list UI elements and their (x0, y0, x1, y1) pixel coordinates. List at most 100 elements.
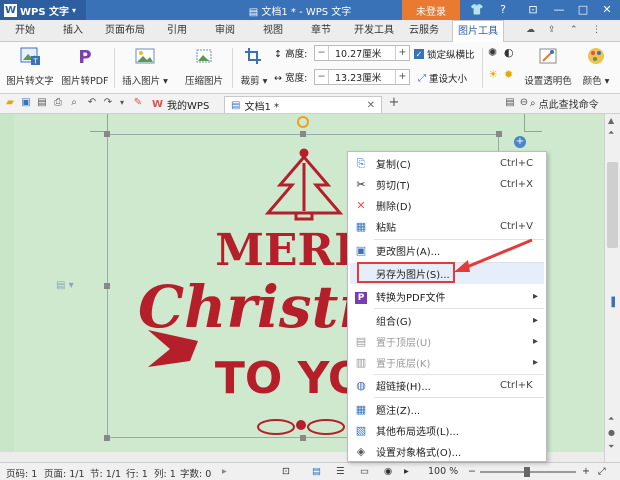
resize-handle[interactable] (496, 131, 502, 137)
redo-icon[interactable]: ↷ (102, 97, 114, 109)
brightness-down-icon[interactable]: ✹ (504, 68, 513, 81)
fit-window-icon[interactable]: ⤢ (598, 466, 606, 477)
next-page-icon[interactable]: ⏷ (608, 442, 614, 452)
set-transparent-color-button[interactable]: 设置透明色 (522, 46, 574, 90)
scroll-top-icon[interactable]: ⏶ (608, 128, 614, 138)
anchor-icon[interactable]: ▤ ▾ (56, 280, 74, 291)
decrease-height-button[interactable]: − (315, 46, 329, 60)
more-icon[interactable]: ⋮ (592, 25, 601, 35)
close-tab-icon[interactable]: ✕ (367, 100, 375, 111)
close-icon[interactable]: ✕ (600, 3, 614, 17)
skin-icon[interactable]: 👕 (470, 3, 484, 17)
layout-options-icon[interactable]: + (514, 136, 526, 148)
picture-to-pdf-button[interactable]: P 图片转PDF (60, 46, 110, 90)
tab-view[interactable]: 视图 (256, 20, 290, 42)
export-pdf-icon[interactable]: ▤ (36, 97, 48, 109)
menu-item-format-object[interactable]: ◈ 设置对象格式(O)... (350, 441, 544, 462)
menu-item-cut[interactable]: ✂ 剪切(T) Ctrl+X (350, 174, 544, 195)
vertical-scrollbar[interactable]: ▲ ⏶ ▐ ⏶ ● ⏷ (604, 114, 620, 462)
open-folder-icon[interactable]: ▰ (4, 97, 16, 109)
cloud-sync-icon[interactable]: ☁ (526, 25, 535, 35)
menu-item-caption[interactable]: ▦ 题注(Z)... (350, 399, 544, 420)
compress-picture-button[interactable]: 压缩图片 (182, 46, 226, 90)
restore-layout-icon[interactable]: ⊡ (526, 3, 540, 17)
outline-view-icon[interactable]: ☰ (336, 466, 345, 477)
tab-chapter[interactable]: 章节 (304, 20, 338, 42)
customize-quick-access-icon[interactable]: ▾ (116, 97, 128, 109)
undo-icon[interactable]: ↶ (86, 97, 98, 109)
menu-item-convert-to-pdf[interactable]: P 转换为PDF文件 ▸ (350, 286, 544, 307)
status-more-icon[interactable]: ▸ (222, 466, 227, 477)
resize-handle[interactable] (300, 131, 306, 137)
help-icon[interactable]: ? (496, 3, 510, 17)
tab-insert[interactable]: 插入 (56, 20, 90, 42)
new-tab-icon[interactable]: + (388, 96, 400, 109)
resize-handle[interactable] (104, 435, 110, 441)
tab-references[interactable]: 引用 (160, 20, 194, 42)
color-button[interactable]: 颜色 ▾ (578, 46, 614, 90)
web-view-icon[interactable]: ◉ (384, 466, 392, 477)
width-stepper[interactable]: − 13.23厘米 + (314, 69, 410, 85)
menu-item-hyperlink[interactable]: ◍ 超链接(H)... Ctrl+K (350, 375, 544, 396)
app-menu-button[interactable]: W WPS 文字 ▾ (0, 0, 86, 20)
tab-developer[interactable]: 开发工具 (350, 20, 398, 42)
doc-settings-icon[interactable]: ▤ (504, 97, 516, 109)
pin-icon[interactable]: ✎ (132, 97, 144, 109)
zoom-level[interactable]: 100 % (428, 466, 458, 477)
page-view-icon[interactable]: ▤ (312, 466, 321, 477)
login-button[interactable]: 未登录 (402, 0, 460, 20)
height-stepper[interactable]: − 10.27厘米 + (314, 45, 410, 61)
rotate-handle-icon[interactable] (297, 116, 309, 128)
menu-item-copy[interactable]: ⎘ 复制(C) Ctrl+C (350, 153, 544, 174)
status-page-number: 页码: 1 (6, 469, 38, 480)
side-panel-icon[interactable]: ▐ (608, 298, 615, 308)
tab-cloud-service[interactable]: 云服务 (404, 20, 444, 42)
menu-item-paste[interactable]: ▦ 粘贴 Ctrl+V (350, 216, 544, 237)
save-icon[interactable]: ▣ (20, 97, 32, 109)
vertical-scroll-thumb[interactable] (607, 162, 618, 248)
print-icon[interactable]: ⎙ (52, 97, 64, 109)
collapse-ribbon-icon[interactable]: ⌃ (570, 25, 578, 35)
share-icon[interactable]: ⇪ (548, 25, 556, 35)
zoom-slider-thumb[interactable] (524, 467, 530, 477)
menu-item-more-layout-options[interactable]: ▧ 其他布局选项(L)... (350, 420, 544, 441)
crop-button[interactable]: 裁剪 ▾ (238, 46, 270, 90)
collapse-icon[interactable]: ⊖ (518, 97, 530, 109)
minimize-icon[interactable]: — (552, 3, 566, 17)
contrast-icon[interactable]: ◐ (504, 46, 514, 59)
maximize-icon[interactable]: □ (576, 3, 590, 17)
height-input[interactable]: 10.27厘米 (329, 46, 395, 60)
zoom-dropdown-icon[interactable]: ▸ (404, 466, 409, 477)
lock-ratio-checkbox[interactable]: ✓ 锁定纵横比 (414, 47, 475, 61)
decrease-width-button[interactable]: − (315, 70, 329, 84)
print-preview-icon[interactable]: ⌕ (68, 97, 80, 109)
status-word-count[interactable]: 字数: 0 (180, 466, 211, 480)
pdf-icon: P (350, 290, 372, 304)
width-input[interactable]: 13.23厘米 (329, 70, 395, 84)
increase-width-button[interactable]: + (395, 70, 409, 84)
tab-home[interactable]: 开始 (8, 20, 42, 42)
focus-mode-icon[interactable]: ⊡ (282, 466, 290, 477)
tab-review[interactable]: 审阅 (208, 20, 242, 42)
tab-page-layout[interactable]: 页面布局 (100, 20, 150, 42)
command-search[interactable]: ⌕ 点此查找命令 (530, 96, 599, 111)
read-view-icon[interactable]: ▭ (360, 466, 369, 477)
zoom-out-icon[interactable]: − (468, 466, 476, 477)
resize-handle[interactable] (300, 435, 306, 441)
zoom-in-icon[interactable]: + (582, 466, 590, 477)
brightness-icon[interactable]: ✺ (488, 46, 497, 59)
brightness-up-icon[interactable]: ☀ (488, 68, 498, 81)
reset-size-button[interactable]: ⤢ 重设大小 (418, 71, 467, 86)
resize-handle[interactable] (104, 131, 110, 137)
tab-picture-tools[interactable]: 图片工具 (452, 20, 504, 43)
select-browse-icon[interactable]: ● (608, 428, 615, 437)
menu-item-group[interactable]: 组合(G) ▸ (350, 310, 544, 331)
picture-to-text-button[interactable]: T 图片转文字 (4, 46, 56, 90)
prev-page-icon[interactable]: ⏶ (608, 414, 614, 424)
resize-handle[interactable] (104, 283, 110, 289)
scroll-up-icon[interactable]: ▲ (608, 116, 614, 125)
menu-item-delete[interactable]: ✕ 删除(D) (350, 195, 544, 216)
increase-height-button[interactable]: + (395, 46, 409, 60)
insert-picture-button[interactable]: 插入图片 ▾ (120, 46, 170, 90)
tab-document1[interactable]: ▤ 文档1 * ✕ (224, 96, 382, 113)
